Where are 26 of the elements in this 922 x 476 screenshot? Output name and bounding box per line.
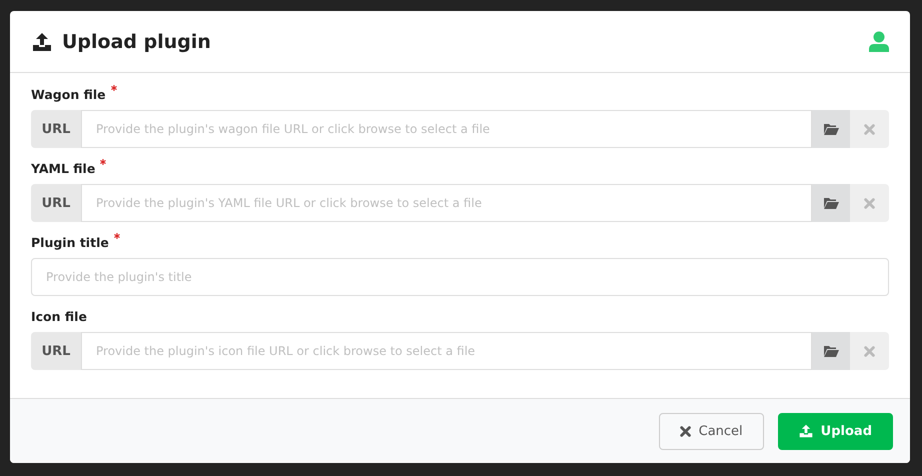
field-label: Wagon file (31, 87, 106, 102)
input-field[interactable]: Provide the plugin's YAML file URL or click browse to select a file (81, 184, 812, 222)
folder-icon (824, 123, 838, 135)
browse-button[interactable] (812, 110, 850, 148)
close-icon (864, 124, 875, 134)
field-label: YAML file (31, 161, 96, 176)
folder-icon (824, 345, 838, 357)
dialog-title: Upload plugin (62, 30, 212, 52)
close-icon (680, 426, 691, 436)
url-addon: URL (31, 110, 81, 148)
input-field[interactable]: Provide the plugin's wagon file URL or click browse to select a file (81, 110, 812, 148)
close-icon (864, 198, 875, 208)
close-icon (864, 346, 875, 356)
field-label: Icon file (31, 309, 87, 324)
url-addon: URL (31, 332, 81, 370)
browse-button[interactable] (812, 184, 850, 222)
browse-button[interactable] (812, 332, 850, 370)
input-field[interactable]: Provide the plugin's icon file URL or click browse to select a file (81, 332, 812, 370)
url-addon: URL (31, 184, 81, 222)
upload-icon (798, 424, 813, 438)
upload-icon (32, 32, 52, 52)
input-field[interactable]: Provide the plugin's title (31, 258, 889, 296)
user-icon[interactable] (869, 31, 889, 52)
field-label: Plugin title (31, 235, 109, 250)
cancel-button[interactable]: Cancel (658, 412, 764, 450)
folder-icon (824, 197, 838, 209)
